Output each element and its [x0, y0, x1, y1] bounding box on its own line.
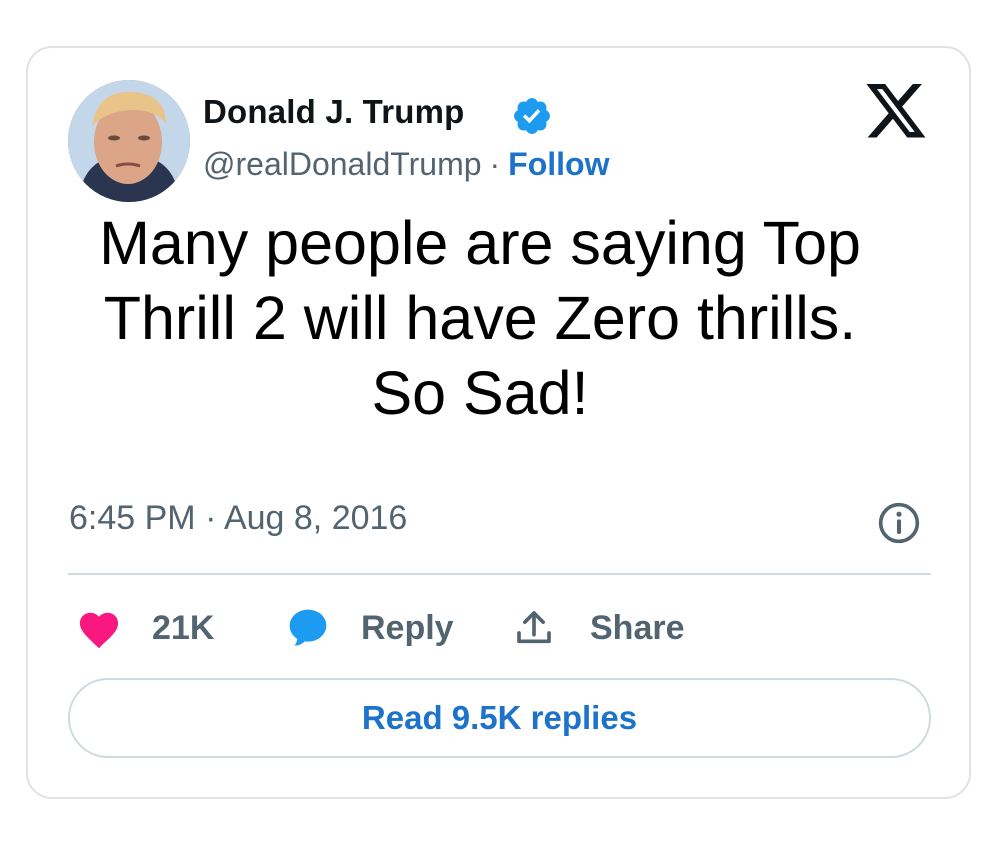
author-handle[interactable]: @realDonaldTrump [203, 146, 482, 182]
like-count: 21K [152, 608, 215, 647]
info-icon[interactable] [877, 501, 921, 545]
tweet-text-line: Many people are saying Top [99, 209, 861, 277]
tweet-text: Many people are saying Top Thrill 2 will… [50, 206, 910, 431]
x-logo-icon[interactable] [866, 84, 928, 140]
divider [68, 573, 931, 575]
tweet-text-line: Thrill 2 will have Zero thrills. [103, 284, 857, 352]
separator-dot: · [489, 146, 501, 182]
heart-icon [79, 612, 119, 649]
verified-badge-icon [514, 98, 550, 134]
author-name[interactable]: Donald J. Trump [203, 93, 465, 131]
tweet-timestamp[interactable]: 6:45 PM · Aug 8, 2016 [69, 499, 407, 538]
author-handle-line: @realDonaldTrump · Follow [203, 146, 609, 183]
follow-button[interactable]: Follow [508, 146, 609, 182]
reply-label: Reply [361, 608, 454, 647]
avatar[interactable] [68, 80, 190, 202]
tweet-text-line: So Sad! [371, 359, 589, 427]
share-button[interactable]: Share [514, 604, 685, 652]
like-button[interactable]: 21K [76, 604, 214, 652]
read-replies-button[interactable]: Read 9.5K replies [68, 678, 931, 758]
share-label: Share [590, 608, 685, 647]
avatar-photo [68, 80, 190, 202]
reply-button[interactable]: Reply [285, 604, 454, 652]
share-upload-icon [517, 611, 551, 644]
speech-bubble-icon [289, 609, 327, 646]
